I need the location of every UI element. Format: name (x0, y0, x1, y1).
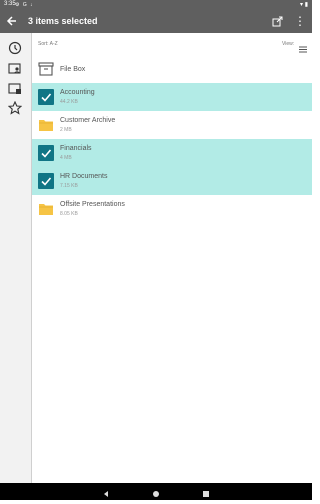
sidebar (0, 33, 32, 483)
view-list-icon[interactable] (299, 40, 307, 53)
file-name: Accounting (60, 89, 95, 96)
gear-icon: ⚙ (15, 2, 21, 8)
file-name: File Box (60, 66, 86, 73)
file-name: HR Documents (60, 173, 108, 180)
nav-home-icon[interactable] (151, 486, 161, 497)
file-name: Financials (60, 145, 92, 152)
file-list-panel: Sort: A-Z View: File Box Accounting 44.2… (32, 33, 312, 483)
checkbox-checked-icon[interactable] (38, 145, 54, 161)
status-bar: 3:35 ⚙ G ↓ ▾ ▮ (0, 0, 312, 10)
status-icons-right: ▾ ▮ (300, 1, 308, 8)
recent-clock-icon[interactable] (8, 41, 22, 55)
nav-back-icon[interactable] (101, 486, 111, 497)
more-options-icon[interactable]: ⋮ (294, 14, 306, 28)
sort-control[interactable]: Sort: A-Z (38, 41, 58, 47)
file-row-offsite-presentations[interactable]: Offsite Presentations 8.05 KB (32, 195, 312, 223)
file-box-icon (38, 61, 54, 77)
file-row-file-box[interactable]: File Box (32, 55, 312, 83)
battery-icon: ▮ (304, 2, 308, 8)
file-row-hr-documents[interactable]: HR Documents 7.15 KB (32, 167, 312, 195)
download-icon: ↓ (30, 2, 34, 8)
file-name: Customer Archive (60, 117, 116, 124)
file-name: Offsite Presentations (60, 201, 125, 208)
checkbox-checked-icon[interactable] (38, 173, 54, 189)
selection-title: 3 items selected (28, 16, 98, 26)
back-arrow-icon[interactable] (6, 14, 18, 28)
file-meta: 2 MB (60, 127, 72, 133)
g-icon: G (22, 2, 28, 8)
checkbox-checked-icon[interactable] (38, 89, 54, 105)
shared-folder-icon[interactable] (8, 81, 22, 95)
file-meta: 7.15 KB (60, 183, 78, 189)
system-nav-bar (0, 483, 312, 500)
star-icon[interactable] (7, 100, 23, 115)
person-folder-icon[interactable] (8, 61, 22, 75)
nav-recents-icon[interactable] (201, 486, 211, 497)
file-meta: 44.2 KB (60, 99, 78, 105)
file-row-financials[interactable]: Financials 4 MB (32, 139, 312, 167)
file-row-accounting[interactable]: Accounting 44.2 KB (32, 83, 312, 111)
status-time: 3:35 (4, 1, 16, 7)
app-bar: 3 items selected ⋮ (0, 10, 312, 33)
file-meta: 4 MB (60, 155, 72, 161)
wifi-icon: ▾ (300, 2, 304, 8)
file-meta: 8.05 KB (60, 211, 78, 217)
folder-icon (38, 201, 54, 217)
status-icons-left: ⚙ G ↓ (15, 2, 34, 8)
share-icon[interactable] (271, 15, 283, 27)
folder-icon (38, 117, 54, 133)
view-label: View: (282, 41, 295, 47)
file-row-customer-archive[interactable]: Customer Archive 2 MB (32, 111, 312, 139)
